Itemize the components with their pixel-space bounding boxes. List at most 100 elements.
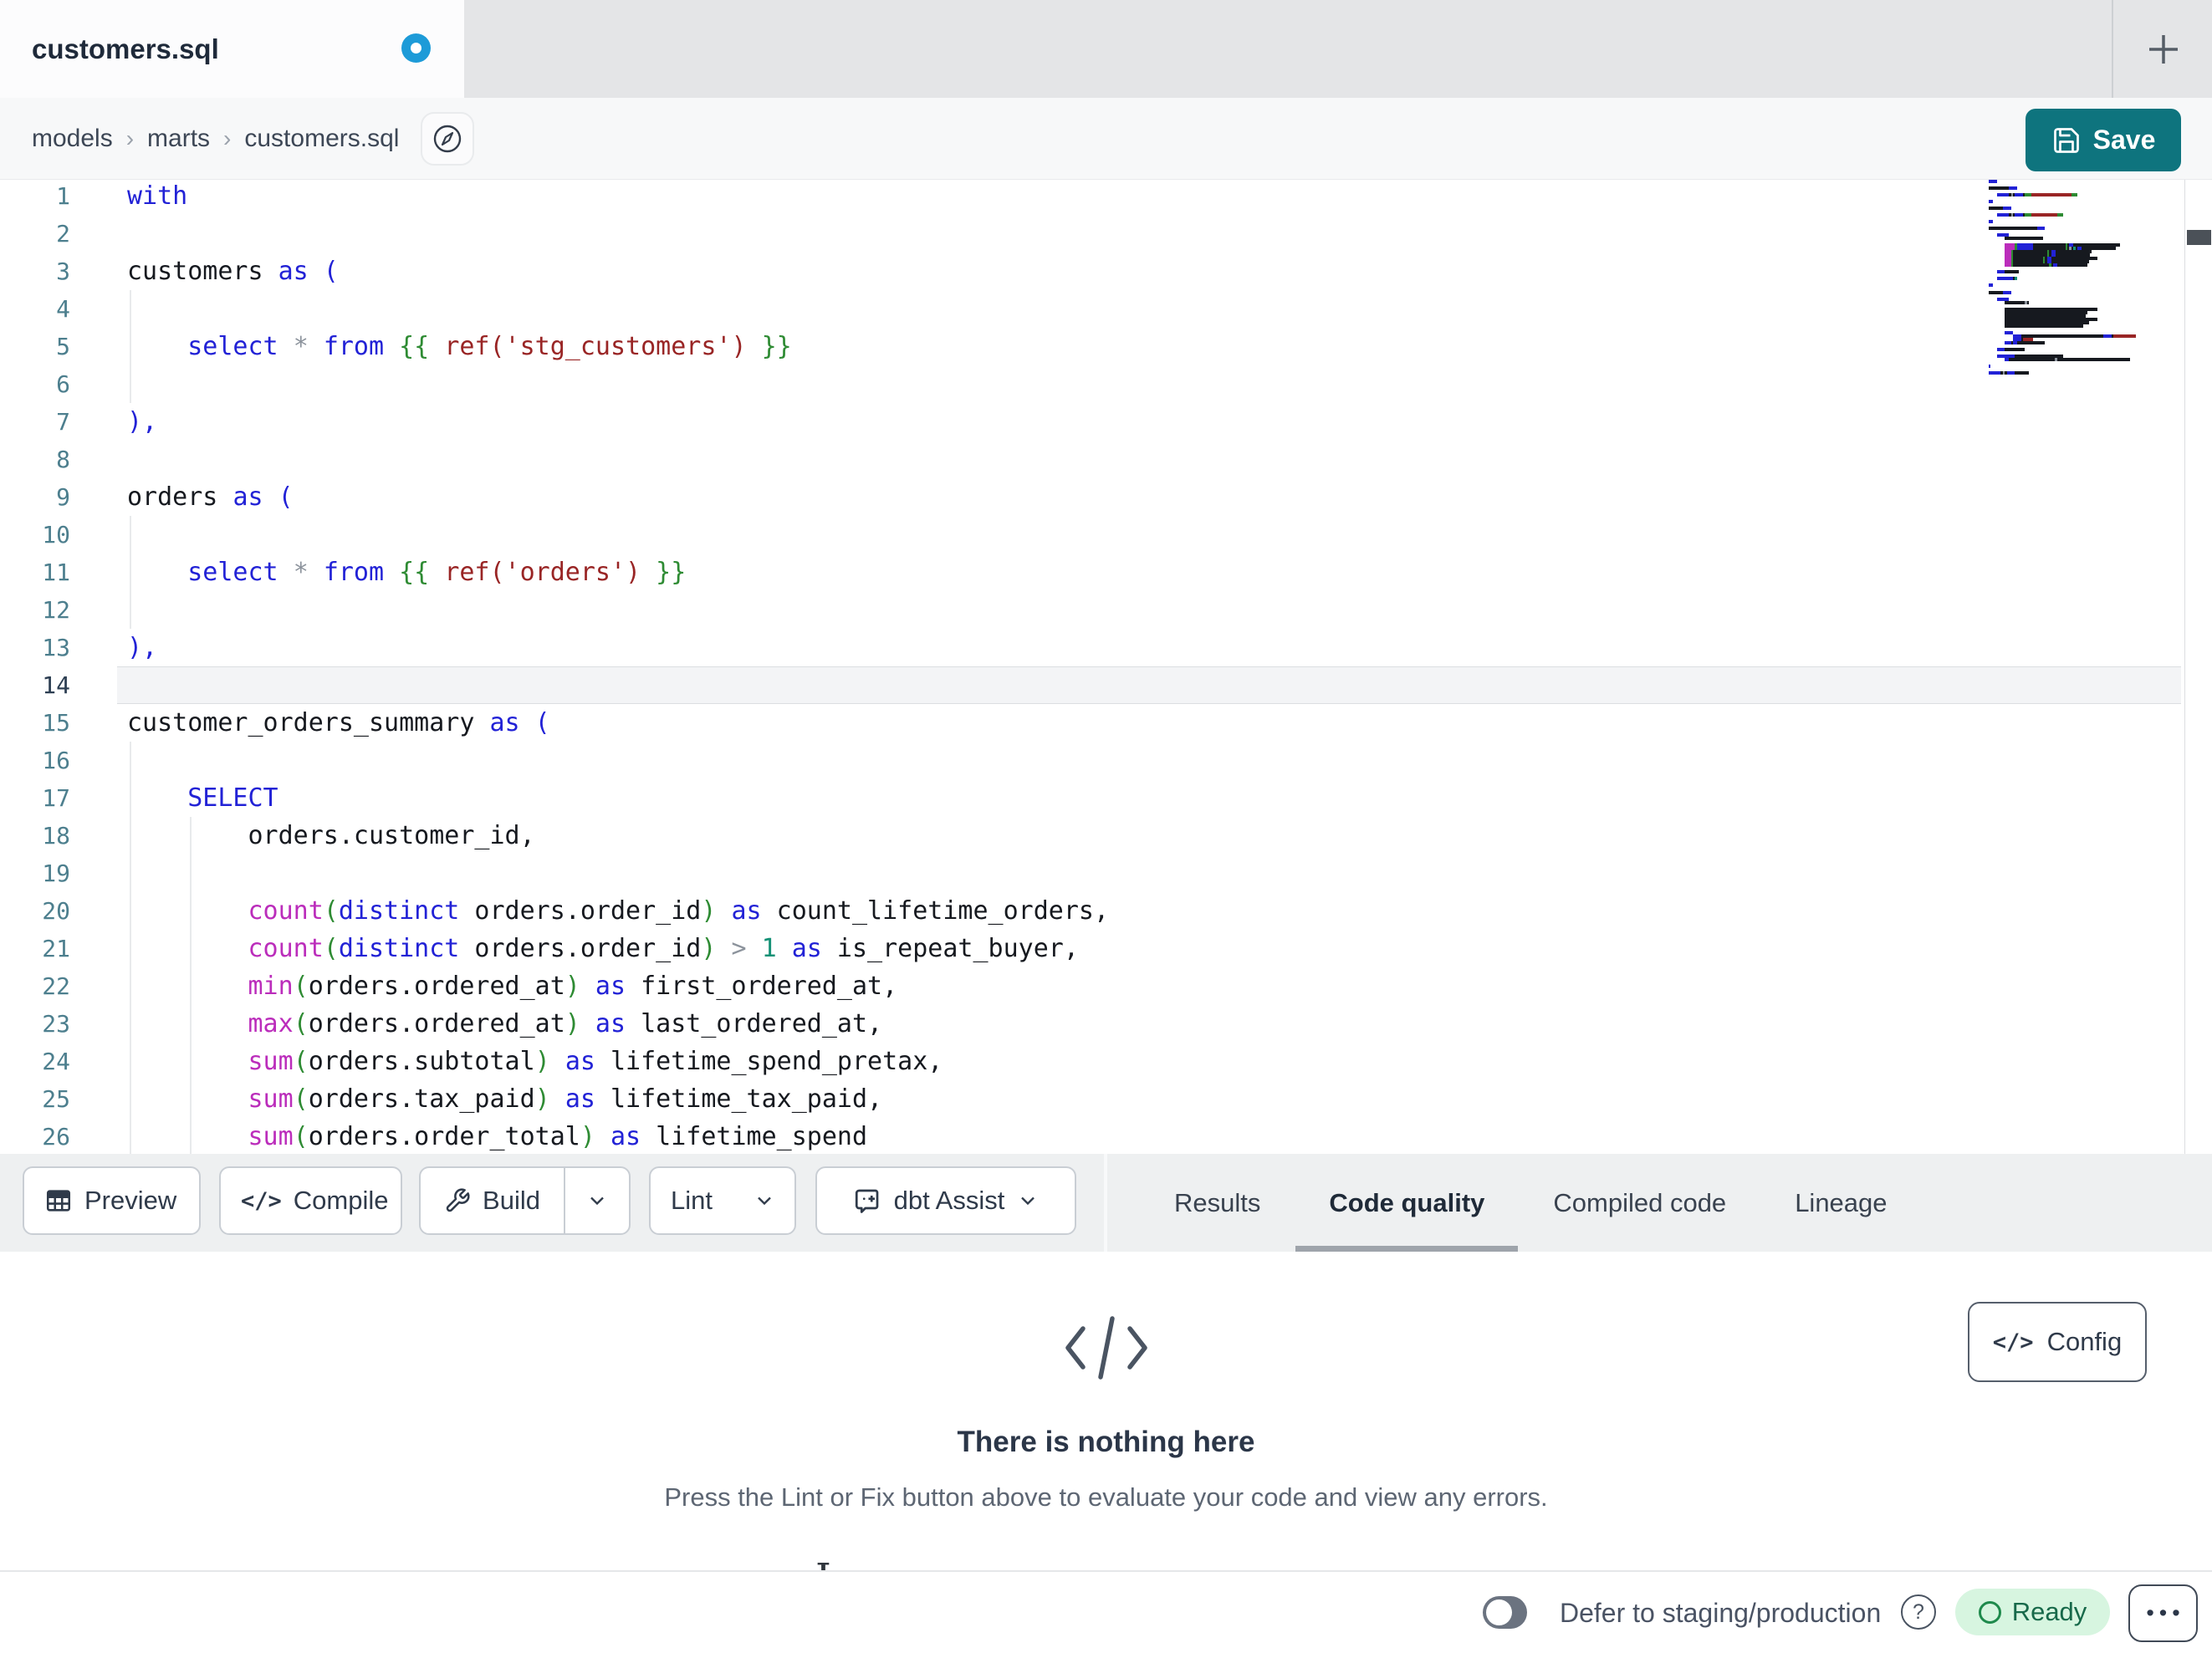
line-number: 16 (42, 747, 70, 774)
breadcrumb-separator: › (223, 125, 232, 151)
code-line[interactable]: 9 orders as ( (0, 478, 2181, 516)
breadcrumb-models[interactable]: models (32, 125, 113, 153)
editor-scrollbar[interactable] (2184, 180, 2212, 1154)
save-button[interactable]: Save (2026, 109, 2181, 171)
code-line[interactable]: 13), (0, 629, 2181, 666)
tab-bar: customers.sql (0, 0, 2212, 98)
question-circle-icon[interactable]: ? (1901, 1594, 1936, 1630)
line-number: 21 (42, 935, 70, 962)
code-line[interactable]: 4 (0, 290, 2181, 328)
save-label: Save (2092, 125, 2156, 155)
line-number: 25 (42, 1085, 70, 1113)
code-line[interactable]: 21 count(distinct orders.order_id) > 1 a… (0, 930, 2181, 967)
line-number: 26 (42, 1123, 70, 1150)
tabstrip-divider (2112, 0, 2113, 98)
floppy-disk-icon (2053, 127, 2079, 153)
code-line[interactable]: 25 sum(orders.tax_paid) as lifetime_tax_… (0, 1080, 2181, 1118)
code-line[interactable]: 20 count(distinct orders.order_id) as co… (0, 892, 2181, 930)
code-line[interactable]: 14 (0, 666, 2181, 704)
code-line[interactable]: 16 (0, 742, 2181, 779)
code-line[interactable]: 2 (0, 215, 2181, 253)
line-number: 1 (56, 182, 70, 210)
code-line[interactable]: 18 orders.customer_id, (0, 817, 2181, 855)
empty-state: There is nothing here Press the Lint or … (0, 1252, 2212, 1513)
code-line[interactable]: 8 (0, 441, 2181, 478)
code-icon: </> (241, 1187, 282, 1214)
line-number: 13 (42, 634, 70, 661)
build-main[interactable]: Build (421, 1168, 564, 1233)
lint-button[interactable]: Lint (649, 1166, 796, 1235)
config-label: Config (2046, 1327, 2123, 1356)
scrollbar-thumb[interactable] (2187, 230, 2211, 245)
code-line[interactable]: 26 sum(orders.order_total) as lifetime_s… (0, 1118, 2181, 1154)
code-line[interactable]: 19 (0, 855, 2181, 892)
line-number: 18 (42, 822, 70, 849)
code-line[interactable]: 11 select * from {{ ref('orders') }} (0, 554, 2181, 591)
tab-results[interactable]: Results (1141, 1154, 1294, 1252)
build-button[interactable]: Build (419, 1166, 631, 1235)
code-line[interactable]: 15 customer_orders_summary as ( (0, 704, 2181, 742)
tab-customers-sql[interactable]: customers.sql (0, 0, 464, 98)
code-line[interactable]: 22 min(orders.ordered_at) as first_order… (0, 967, 2181, 1005)
line-number: 5 (56, 333, 70, 360)
plus-icon (2149, 35, 2178, 64)
code-line[interactable]: 6 (0, 365, 2181, 403)
code-line[interactable]: 7), (0, 403, 2181, 441)
status-bar: Defer to staging/production ? Ready ••• (0, 1570, 2212, 1653)
code-line[interactable]: 3 customers as ( (0, 253, 2181, 290)
line-number: 19 (42, 860, 70, 887)
more-options-button[interactable]: ••• (2128, 1584, 2198, 1642)
tab-code-quality[interactable]: Code quality (1295, 1154, 1519, 1252)
new-tab-button[interactable] (2128, 14, 2199, 84)
preview-button[interactable]: Preview (23, 1166, 201, 1235)
code-editor[interactable]: 1 with 2 3 customers as ( 4 5 select * from {{… (0, 180, 2212, 1154)
dbt-assist-button[interactable]: dbt Assist (815, 1166, 1076, 1235)
code-brackets-icon (0, 1310, 2212, 1385)
lint-dropdown[interactable] (733, 1168, 796, 1233)
config-button[interactable]: </> Config (1968, 1302, 2147, 1382)
navigate-file-button[interactable] (421, 111, 475, 166)
breadcrumb: models › marts › customers.sql (0, 98, 2212, 180)
compile-button[interactable]: </> Compile (219, 1166, 402, 1235)
code-line[interactable]: 23 max(orders.ordered_at) as last_ordere… (0, 1005, 2181, 1043)
toggle-knob (1486, 1599, 1512, 1625)
build-label: Build (483, 1186, 540, 1215)
code-line[interactable]: 10 (0, 516, 2181, 554)
line-number: 8 (56, 446, 70, 473)
line-number: 15 (42, 709, 70, 737)
defer-toggle[interactable] (1483, 1596, 1527, 1629)
code-line[interactable]: 5 select * from {{ ref('stg_customers') … (0, 328, 2181, 365)
defer-label: Defer to staging/production (1560, 1598, 1882, 1628)
line-number: 12 (42, 596, 70, 624)
breadcrumb-customers-sql[interactable]: customers.sql (244, 125, 399, 153)
line-number: 11 (42, 559, 70, 586)
compile-label: Compile (293, 1186, 389, 1215)
code-lines: 1 with 2 3 customers as ( 4 5 select * from {{… (0, 180, 2181, 1154)
lint-label: Lint (671, 1186, 713, 1215)
line-number: 3 (56, 258, 70, 285)
line-number: 10 (42, 521, 70, 548)
wrench-icon (446, 1188, 470, 1212)
lint-main[interactable]: Lint (651, 1168, 733, 1233)
status-circle-icon (1978, 1600, 2001, 1624)
line-number: 9 (56, 483, 70, 511)
tab-lineage[interactable]: Lineage (1761, 1154, 1920, 1252)
ellipsis-icon: ••• (2146, 1600, 2185, 1625)
tab-compiled-code[interactable]: Compiled code (1520, 1154, 1760, 1252)
assist-chat-icon (855, 1189, 879, 1213)
code-line[interactable]: 12 (0, 591, 2181, 629)
line-number: 4 (56, 295, 70, 323)
code-line[interactable]: 1 with (0, 180, 2181, 215)
breadcrumb-marts[interactable]: marts (147, 125, 210, 153)
line-number: 20 (42, 897, 70, 925)
tab-title: customers.sql (32, 33, 219, 64)
code-line[interactable]: 17 SELECT (0, 779, 2181, 817)
build-dropdown[interactable] (565, 1168, 629, 1233)
minimap[interactable]: with customers as ( select * from {{ ref… (1989, 180, 2181, 375)
line-number: 17 (42, 784, 70, 812)
breadcrumb-separator: › (125, 125, 135, 151)
ready-label: Ready (2011, 1597, 2087, 1626)
code-line[interactable]: 24 sum(orders.subtotal) as lifetime_spen… (0, 1043, 2181, 1080)
line-number: 24 (42, 1048, 70, 1075)
chevron-down-icon (1021, 1196, 1035, 1206)
